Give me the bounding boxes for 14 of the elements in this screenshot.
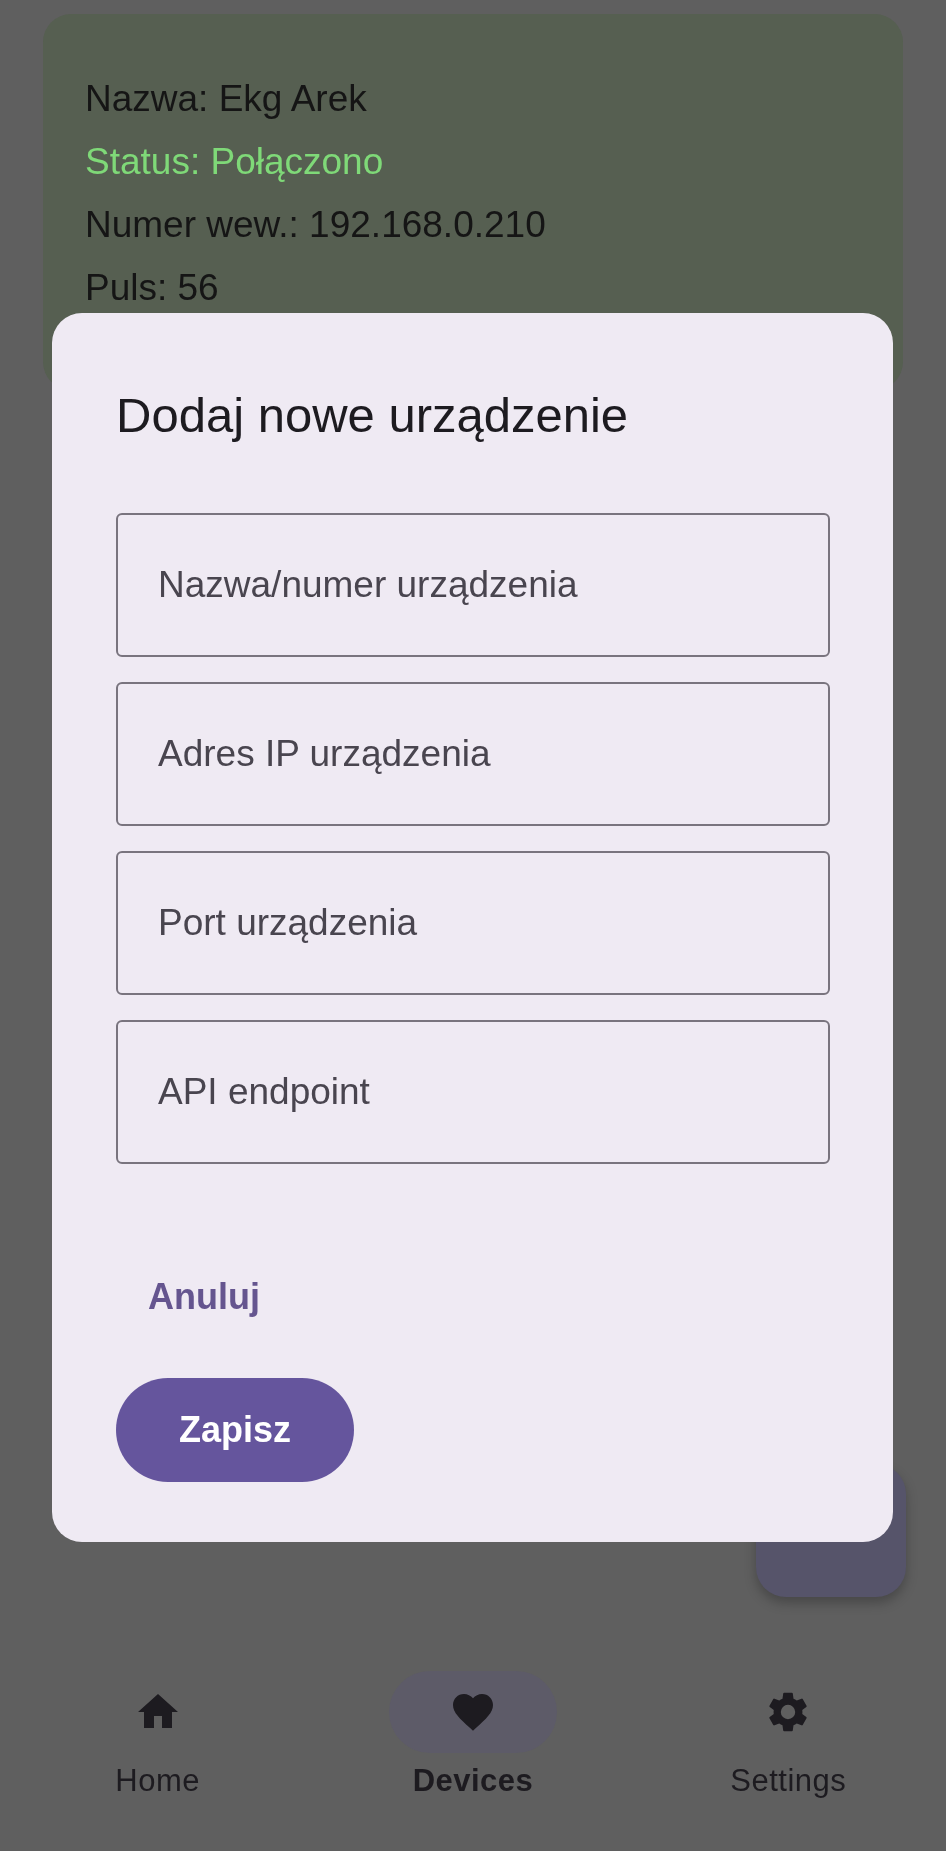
nav-tab[interactable]: Devices — [315, 1671, 631, 1851]
nav-tab[interactable]: Settings — [630, 1671, 946, 1851]
save-button[interactable]: Zapisz — [116, 1378, 354, 1482]
nav-tab[interactable]: Home — [0, 1671, 316, 1851]
input-field[interactable]: API endpoint — [116, 1020, 830, 1164]
device-info-text: Puls: 56 — [85, 266, 220, 310]
status-text: Status: Połączono — [85, 140, 385, 184]
input-field[interactable]: Nazwa/numer urządzenia — [116, 513, 830, 657]
input-field[interactable]: Adres IP urządzenia — [116, 682, 830, 826]
device-info-text: Numer wew.: 192.168.0.210 — [85, 203, 547, 247]
dialog-title: Dodaj nowe urządzenie — [116, 387, 630, 444]
device-info-text: Nazwa: Ekg Arek — [85, 77, 368, 121]
input-field[interactable]: Port urządzenia — [116, 851, 830, 995]
cancel-button[interactable]: Anuluj — [128, 1264, 280, 1330]
